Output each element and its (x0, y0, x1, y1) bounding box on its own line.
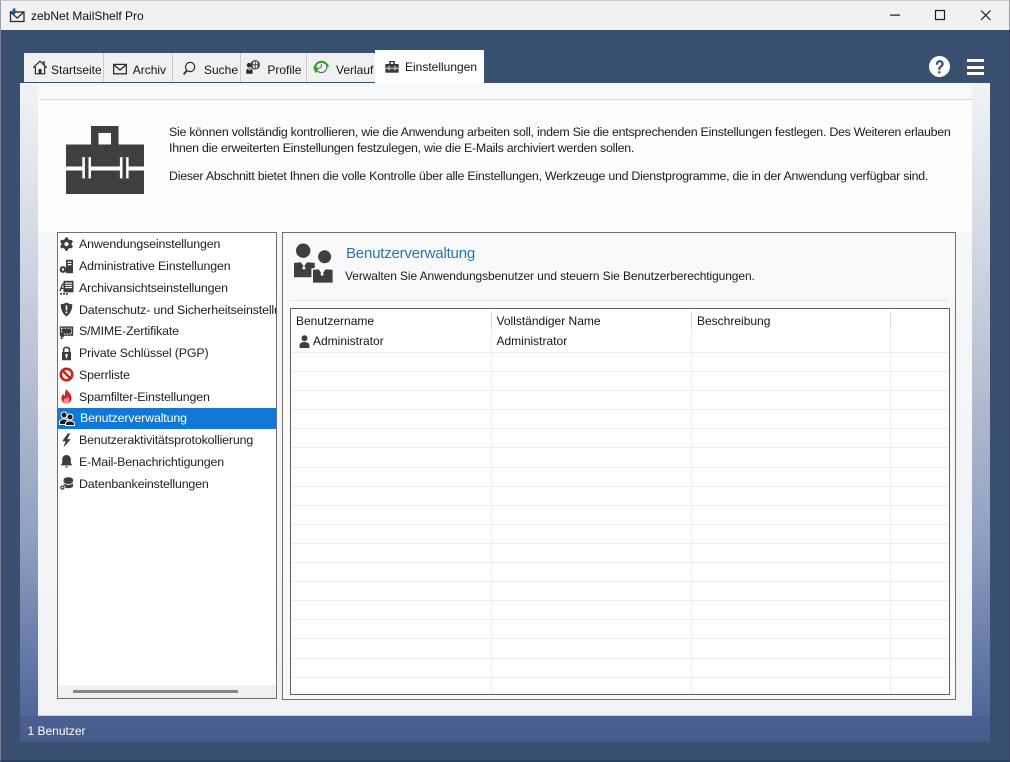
svg-text:A: A (59, 282, 67, 294)
